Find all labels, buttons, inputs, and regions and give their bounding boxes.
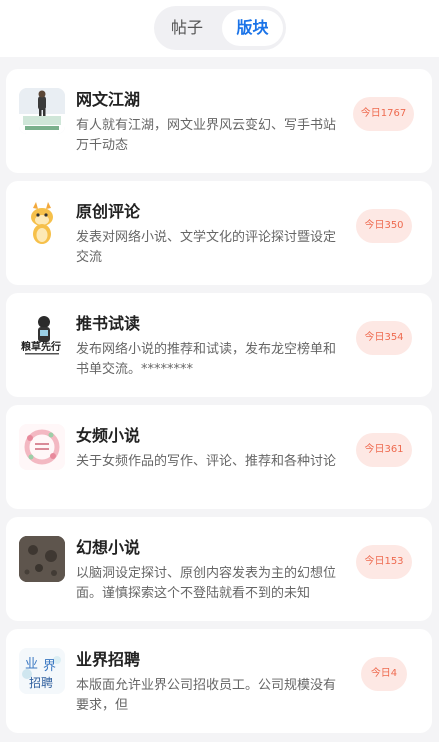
segmented-control: 帖子 版块: [154, 6, 286, 50]
moon-surface-icon: [19, 536, 65, 582]
svg-text:业: 业: [25, 657, 38, 672]
board-description: 发布网络小说的推荐和试读，发布龙空榜单和书单交流。********: [76, 342, 337, 377]
today-count-badge: 今日1767: [353, 97, 414, 131]
reader-mascot-icon: 粮草先行: [19, 312, 65, 358]
board-card-nvpin[interactable]: 女频小说 关于女频作品的写作、评论、推荐和各种讨论 今日361: [6, 405, 432, 509]
stage-speaker-icon: [19, 88, 65, 134]
board-title: 网文江湖: [76, 90, 141, 109]
recruit-calligraphy-icon: 业 界 招聘: [19, 648, 65, 694]
board-title: 原创评论: [76, 202, 141, 221]
today-count-badge: 今日354: [356, 321, 412, 355]
board-title: 幻想小说: [76, 538, 141, 557]
today-count-badge: 今日153: [356, 545, 412, 579]
tab-posts[interactable]: 帖子: [157, 10, 217, 46]
board-card-huanxiang[interactable]: 幻想小说 以脑洞设定探讨、原创内容发表为主的幻想位面。谨慎探索这个不登陆就看不到…: [6, 517, 432, 621]
tab-boards[interactable]: 版块: [222, 10, 283, 46]
today-count-badge: 今日4: [361, 657, 407, 691]
floral-wreath-icon: [19, 424, 65, 470]
board-card-yuanchuang[interactable]: 原创评论 发表对网络小说、文学文化的评论探讨暨设定交流 今日350: [6, 181, 432, 285]
today-count-badge: 今日350: [356, 209, 412, 243]
board-description: 本版面允许业界公司招收员工。公司规模没有要求，但: [76, 678, 337, 713]
board-card-tuishu[interactable]: 粮草先行 推书试读 发布网络小说的推荐和试读，发布龙空榜单和书单交流。*****…: [6, 293, 432, 397]
board-description: 关于女频作品的写作、评论、推荐和各种讨论: [76, 454, 337, 469]
today-count-badge: 今日361: [356, 433, 412, 467]
board-description: 有人就有江湖，网文业界风云变幻、写手书站万千动态: [76, 118, 337, 153]
svg-text:粮草先行: 粮草先行: [21, 340, 61, 353]
board-title: 业界招聘: [76, 650, 141, 669]
dragon-mascot-icon: [19, 200, 65, 246]
svg-text:界: 界: [43, 659, 56, 674]
board-title: 女频小说: [76, 426, 141, 445]
board-card-wangwen[interactable]: 网文江湖 有人就有江湖，网文业界风云变幻、写手书站万千动态 今日1767: [6, 69, 432, 173]
board-card-zhaopin[interactable]: 业 界 招聘 业界招聘 本版面允许业界公司招收员工。公司规模没有要求，但 今日4: [6, 629, 432, 733]
board-description: 以脑洞设定探讨、原创内容发表为主的幻想位面。谨慎探索这个不登陆就看不到的未知: [76, 566, 337, 601]
top-bar: 帖子 版块: [0, 0, 439, 57]
board-description: 发表对网络小说、文学文化的评论探讨暨设定交流: [76, 230, 337, 265]
board-title: 推书试读: [76, 314, 141, 333]
svg-text:招聘: 招聘: [29, 676, 53, 690]
